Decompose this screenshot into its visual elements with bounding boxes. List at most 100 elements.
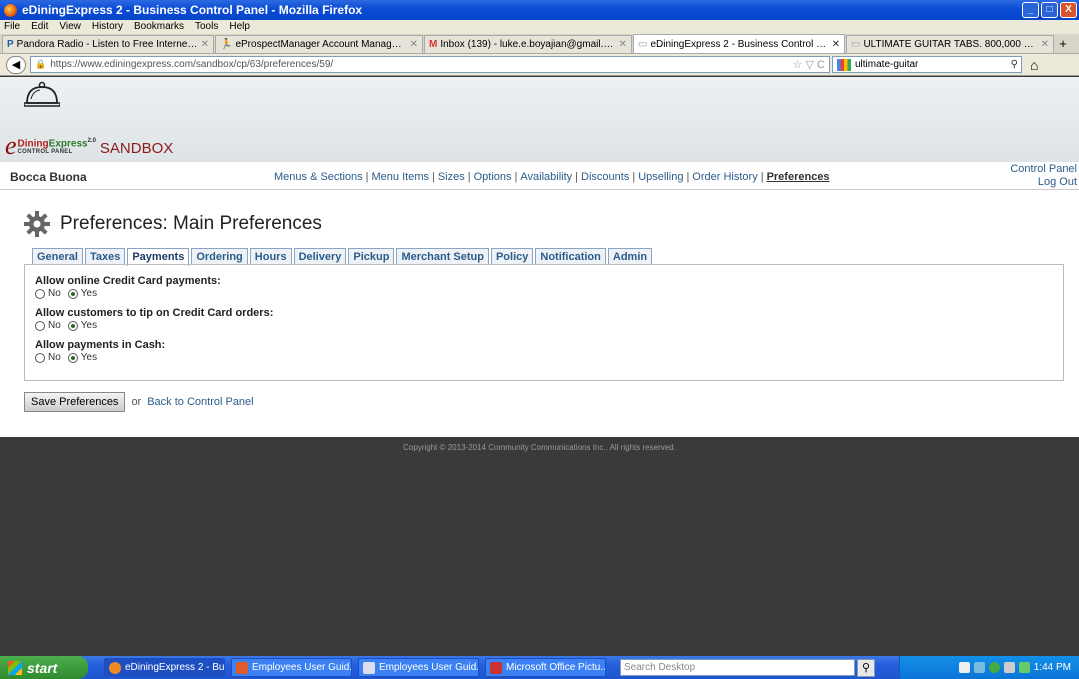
update-icon[interactable]: [1018, 662, 1030, 673]
nav-separator: |: [632, 171, 636, 183]
sandbox-label: SANDBOX: [99, 140, 174, 157]
security-icon[interactable]: [988, 662, 1000, 673]
volume-icon[interactable]: [1003, 662, 1015, 673]
pdf-icon: [236, 661, 248, 674]
clock: 1:44 PM: [1033, 662, 1071, 673]
menu-history[interactable]: History: [92, 20, 123, 34]
tab-close-icon[interactable]: ✕: [832, 36, 840, 53]
radio-yes[interactable]: [67, 321, 78, 331]
new-tab-icon[interactable]: +: [1055, 35, 1071, 53]
help-icon[interactable]: [958, 662, 970, 673]
nav-separator: |: [365, 171, 369, 183]
start-button[interactable]: start: [0, 656, 88, 679]
tip-setting: Allow customers to tip on Credit Card or…: [35, 307, 273, 332]
nav-availability[interactable]: Availability: [520, 171, 572, 183]
browser-tab-ediningexpress[interactable]: ▭ eDiningExpress 2 - Business Control Pa…: [633, 34, 845, 53]
firefox-icon: [4, 3, 17, 17]
browser-tab-ultimate-guitar[interactable]: ▭ ULTIMATE GUITAR TABS. 800,000 songs...…: [846, 35, 1054, 53]
tab-pickup[interactable]: Pickup: [348, 248, 395, 265]
windows-taskbar: start eDiningExpress 2 - Bu... Employees…: [0, 656, 1079, 679]
nav-separator: |: [686, 171, 690, 183]
minimize-button[interactable]: _: [1022, 2, 1039, 18]
ediningexpress-logo[interactable]: e DiningExpress2.0 CONTROL PANEL SANDBOX: [5, 133, 174, 159]
tab-general[interactable]: General: [32, 248, 83, 265]
maximize-button[interactable]: □: [1041, 2, 1058, 18]
radio-no-label: No: [48, 352, 61, 363]
tab-close-icon[interactable]: ✕: [1041, 36, 1049, 53]
menu-edit[interactable]: Edit: [31, 20, 48, 34]
search-box[interactable]: ultimate-guitar ⚲: [832, 56, 1022, 73]
desktop-search-input[interactable]: Search Desktop: [620, 659, 855, 676]
radio-no[interactable]: [35, 289, 45, 299]
navigation-bar: ◀ 🔒 https://www.ediningexpress.com/sandb…: [0, 54, 1079, 76]
taskbar-item-firefox[interactable]: eDiningExpress 2 - Bu...: [104, 658, 225, 677]
menu-bar: File Edit View History Bookmarks Tools H…: [0, 20, 1079, 34]
nav-sizes[interactable]: Sizes: [438, 171, 465, 183]
radio-yes[interactable]: [67, 289, 78, 299]
nav-separator: |: [467, 171, 471, 183]
back-arrow-icon[interactable]: ◀: [6, 55, 26, 74]
nav-menus-sections[interactable]: Menus & Sections: [274, 171, 363, 183]
browser-tab-pandora[interactable]: P Pandora Radio - Listen to Free Interne…: [2, 35, 214, 53]
save-preferences-button[interactable]: Save Preferences: [24, 392, 126, 412]
tab-policy[interactable]: Policy: [490, 248, 534, 265]
eprospect-icon: 🏃: [220, 39, 233, 50]
nav-order-history[interactable]: Order History: [692, 171, 757, 183]
nav-options[interactable]: Options: [474, 171, 512, 183]
address-bar[interactable]: 🔒 https://www.ediningexpress.com/sandbox…: [30, 56, 830, 73]
tab-ordering[interactable]: Ordering: [191, 248, 248, 265]
bookmark-star-icon[interactable]: ☆ ▽ C: [793, 58, 825, 71]
taskbar-item-doc[interactable]: Employees User Guid...: [358, 658, 479, 677]
cash-setting: Allow payments in Cash: No Yes: [35, 339, 165, 364]
tab-taxes[interactable]: Taxes: [84, 248, 126, 265]
system-tray: 1:44 PM: [899, 656, 1079, 679]
radio-no[interactable]: [35, 353, 45, 363]
tab-close-icon[interactable]: ✕: [201, 36, 209, 53]
nav-upselling[interactable]: Upselling: [638, 171, 683, 183]
nav-menu-items[interactable]: Menu Items: [372, 171, 429, 183]
browser-tab-label: eDiningExpress 2 - Business Control Pane…: [650, 38, 829, 50]
taskbar-item-picture-manager[interactable]: Microsoft Office Pictu...: [485, 658, 606, 677]
gmail-icon: M: [429, 39, 438, 50]
tab-close-icon[interactable]: ✕: [410, 36, 418, 53]
search-icon[interactable]: ⚲: [857, 658, 875, 677]
radio-no[interactable]: [35, 321, 45, 331]
network-icon[interactable]: [973, 662, 985, 673]
gear-icon: [24, 211, 50, 237]
taskbar-item-pdf[interactable]: Employees User Guid...: [231, 658, 352, 677]
taskbar-item-label: eDiningExpress 2 - Bu...: [125, 662, 225, 673]
site-header: e DiningExpress2.0 CONTROL PANEL SANDBOX: [0, 77, 1079, 162]
lock-icon: 🔒: [35, 59, 47, 69]
nav-separator: |: [575, 171, 579, 183]
tab-hours[interactable]: Hours: [249, 248, 292, 265]
menu-view[interactable]: View: [59, 20, 81, 34]
menu-help[interactable]: Help: [229, 20, 250, 34]
home-icon[interactable]: ⌂: [1030, 57, 1038, 73]
nav-preferences[interactable]: Preferences: [767, 171, 830, 183]
browser-tab-strip: P Pandora Radio - Listen to Free Interne…: [0, 34, 1079, 54]
logo-version: 2.0: [87, 137, 96, 144]
radio-yes[interactable]: [67, 353, 78, 363]
cloche-logo-icon: [24, 81, 60, 107]
browser-tab-label: eProspectManager Account Management: [235, 39, 407, 50]
back-to-control-panel-link[interactable]: Back to Control Panel: [147, 396, 253, 408]
menu-bookmarks[interactable]: Bookmarks: [134, 20, 184, 34]
nav-discounts[interactable]: Discounts: [581, 171, 629, 183]
control-panel-link[interactable]: Control Panel: [1010, 163, 1077, 176]
search-engine-icon: [837, 58, 851, 71]
page-footer: Copyright © 2013-2014 Community Communic…: [0, 437, 1079, 656]
menu-file[interactable]: File: [4, 20, 20, 34]
logout-link[interactable]: Log Out: [1010, 176, 1077, 189]
tab-merchant-setup[interactable]: Merchant Setup: [396, 248, 489, 265]
browser-tab-gmail[interactable]: M Inbox (139) - luke.e.boyajian@gmail.co…: [424, 35, 632, 53]
tab-notification[interactable]: Notification: [535, 248, 606, 265]
search-icon[interactable]: ⚲: [1011, 59, 1018, 70]
browser-tab-eprospect[interactable]: 🏃 eProspectManager Account Management ✕: [215, 35, 423, 53]
tab-delivery[interactable]: Delivery: [293, 248, 347, 265]
menu-tools[interactable]: Tools: [195, 20, 218, 34]
tab-admin[interactable]: Admin: [607, 248, 653, 265]
setting-label: Allow customers to tip on Credit Card or…: [35, 307, 274, 319]
browser-tab-label: Pandora Radio - Listen to Free Internet …: [16, 39, 198, 50]
close-button[interactable]: X: [1060, 2, 1077, 18]
tab-close-icon[interactable]: ✕: [619, 36, 627, 53]
